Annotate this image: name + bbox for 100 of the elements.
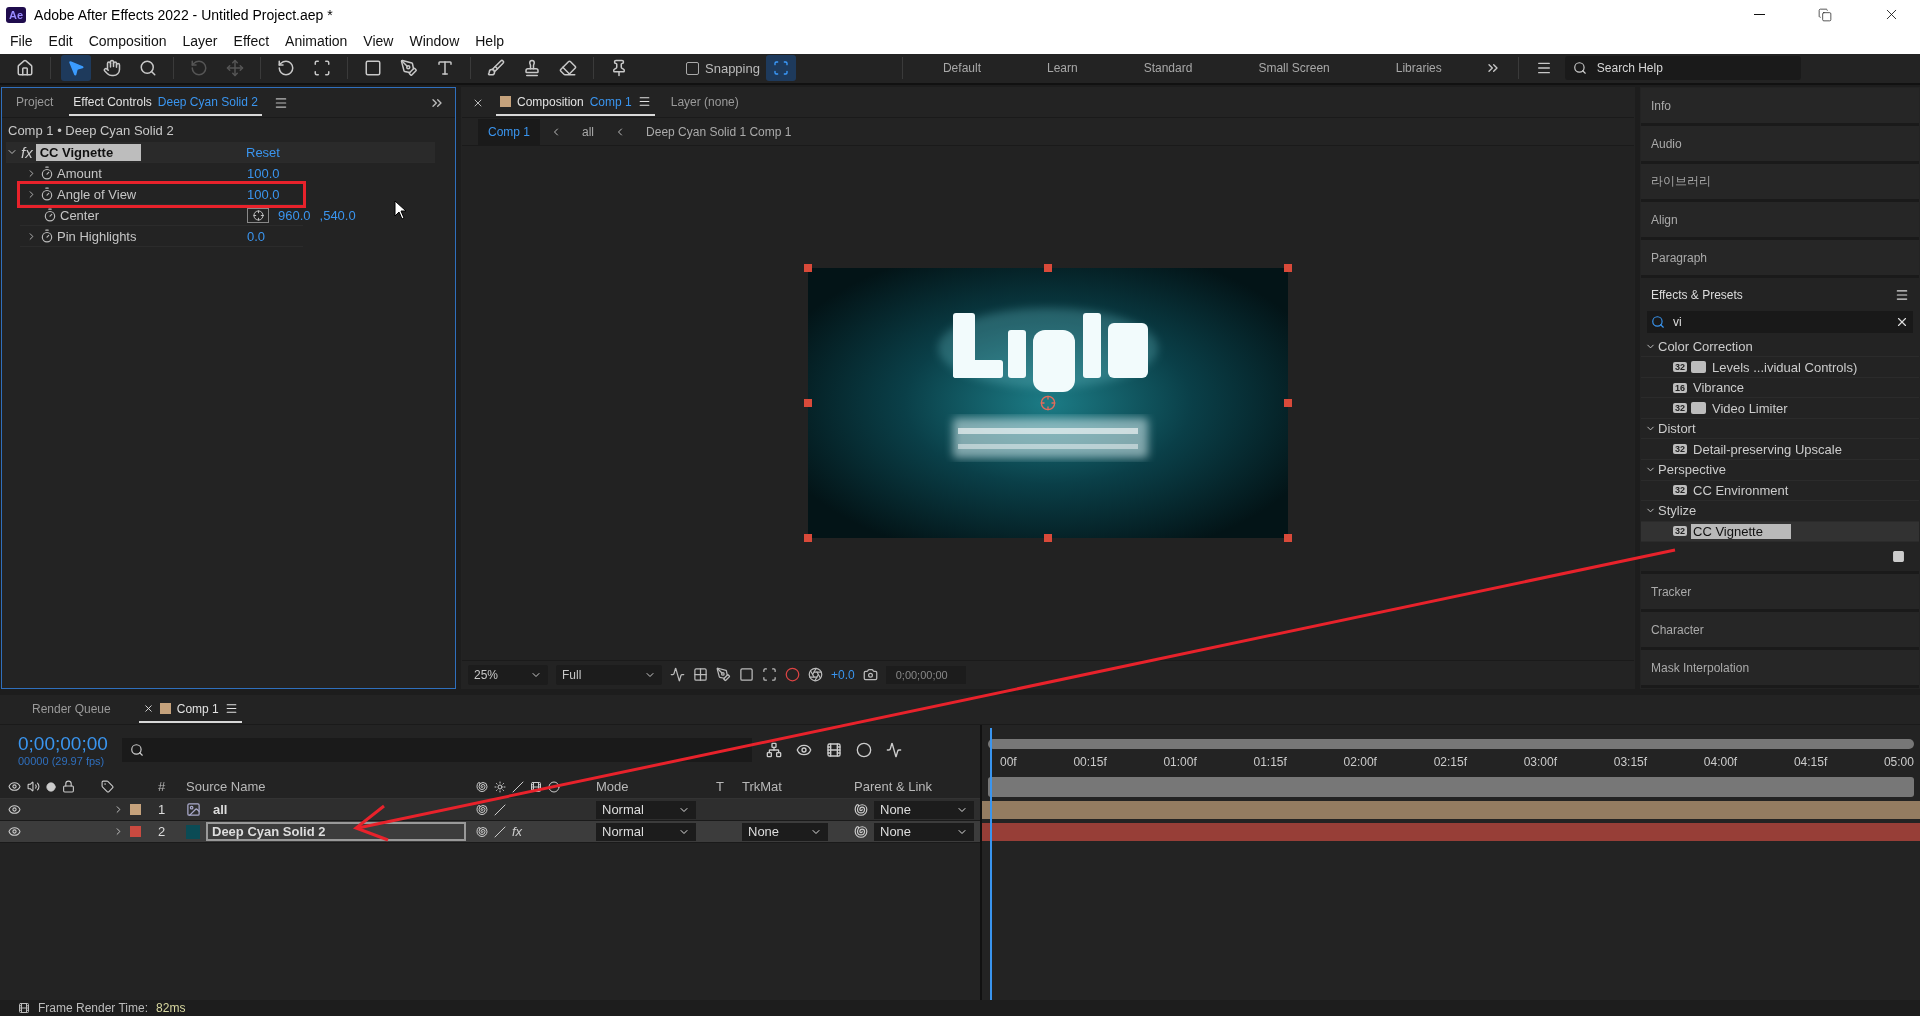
parent-dropdown[interactable]: None [874, 822, 974, 841]
workspace-tab[interactable]: Libraries [1365, 61, 1472, 76]
reset-link[interactable]: Reset [246, 144, 435, 160]
effects-search-field[interactable]: vi [1647, 311, 1913, 333]
effect-category[interactable]: Perspective [1645, 462, 1726, 478]
menu-item[interactable]: Layer [174, 33, 226, 50]
work-area-bar[interactable] [988, 777, 1914, 798]
search-help-input[interactable]: Search Help [1594, 60, 1775, 77]
circle-icon[interactable] [855, 742, 872, 759]
transform-handle[interactable] [1044, 534, 1052, 543]
menu-item[interactable]: Effect [225, 33, 278, 50]
effects-search-input[interactable]: vi [1671, 314, 1889, 331]
preset-list-item[interactable]: Levels ...ividual Controls) [1710, 359, 1858, 375]
new-folder-icon[interactable] [1892, 550, 1905, 564]
mode-dropdown[interactable]: Normal [596, 822, 696, 841]
preset-list-item[interactable]: Detail-preserving Upscale [1691, 441, 1842, 457]
selection-tool[interactable] [61, 55, 91, 82]
property-value[interactable]: 0.0 [247, 228, 303, 244]
menu-icon[interactable] [273, 95, 288, 110]
eye-icon[interactable] [8, 825, 21, 839]
eye-icon[interactable] [8, 803, 21, 817]
transform-handle[interactable] [804, 264, 812, 273]
point-picker-button[interactable] [247, 207, 269, 223]
parent-dropdown[interactable]: None [874, 800, 974, 819]
film-icon[interactable] [825, 742, 842, 759]
menu-item[interactable]: Edit [40, 33, 81, 50]
exposure-value[interactable]: +0.0 [831, 667, 855, 682]
menu-icon[interactable] [1895, 287, 1909, 302]
breadcrumb-tab[interactable]: all [572, 118, 605, 145]
panel-tab[interactable]: Layer (none) [666, 89, 743, 116]
menu-item[interactable]: Window [401, 33, 468, 50]
panel-tab[interactable]: Effect Controls Deep Cyan Solid 2 [69, 89, 262, 116]
stopwatch-icon[interactable] [40, 187, 54, 202]
stopwatch-icon[interactable] [40, 166, 54, 181]
effect-category[interactable]: Color Correction [1645, 339, 1753, 355]
effect-category[interactable]: Stylize [1645, 503, 1697, 519]
transform-handle[interactable] [1284, 264, 1292, 273]
preset-list-item[interactable]: Vibrance [1691, 380, 1745, 396]
type-icon [436, 59, 454, 78]
workspace-tab[interactable]: Small Screen [1228, 61, 1360, 76]
transform-handle[interactable] [804, 534, 812, 543]
stopwatch-icon[interactable] [43, 208, 57, 223]
menu-item[interactable]: Composition [80, 33, 175, 50]
transform-handle[interactable] [1284, 534, 1292, 543]
mode-dropdown[interactable]: Normal [596, 800, 696, 819]
panel-tab[interactable]: Render Queue [28, 696, 115, 723]
camera-icon[interactable] [862, 667, 878, 683]
flowchart-icon[interactable] [765, 742, 782, 759]
resolution-dropdown[interactable]: Full [556, 664, 662, 685]
menu-item[interactable]: View [355, 33, 402, 50]
slash-icon[interactable] [494, 825, 506, 838]
layer-search-field[interactable] [121, 738, 752, 763]
transform-handle[interactable] [1044, 264, 1052, 273]
property-value[interactable]: ,540.0 [319, 207, 356, 223]
preset-list-item[interactable]: CC Vignette [1691, 523, 1791, 539]
fx-switch[interactable]: fx [512, 824, 523, 840]
current-time-display[interactable]: 0;00;00;00 [18, 733, 108, 756]
stopwatch-icon[interactable] [40, 229, 54, 244]
breadcrumb-tab[interactable]: Comp 1 [478, 118, 541, 145]
menu-item[interactable]: File [2, 33, 41, 50]
workspace-tab[interactable]: Default [912, 61, 1011, 76]
layer-row[interactable]: 1 all Normal None [0, 799, 980, 822]
graph-icon[interactable] [885, 742, 902, 759]
label-swatch [159, 703, 171, 715]
panel-tab[interactable]: Composition Comp 1 [496, 89, 655, 116]
transparency-grid-icon[interactable] [693, 667, 708, 683]
menu-item[interactable]: Animation [277, 33, 356, 50]
preset-list-item[interactable]: Video Limiter [1710, 400, 1788, 416]
breadcrumb-tab[interactable]: Deep Cyan Solid 1 Comp 1 [636, 118, 802, 145]
effect-category[interactable]: Distort [1645, 421, 1696, 437]
layer-name[interactable]: all [207, 800, 467, 820]
panel-tab[interactable]: Project [12, 89, 58, 116]
spiral-icon[interactable] [854, 824, 868, 839]
layer-duration-bar[interactable] [982, 801, 1920, 820]
property-value[interactable]: 100.0 [247, 186, 303, 202]
workspace-tab[interactable]: Standard [1113, 61, 1223, 76]
pen-icon [400, 59, 418, 78]
slash-icon[interactable] [494, 803, 506, 816]
search-help-field[interactable]: Search Help [1564, 56, 1801, 81]
snap-target-button[interactable] [765, 55, 796, 82]
workspace-tab[interactable]: Learn [1017, 61, 1108, 76]
spiral-icon[interactable] [854, 802, 868, 817]
label-color-swatch[interactable] [130, 826, 141, 838]
time-navigator[interactable] [988, 739, 1914, 750]
snapping-checkbox[interactable]: Snapping [686, 60, 760, 76]
current-time-field[interactable]: 0;00;00;00 [885, 665, 966, 684]
transform-handle[interactable] [804, 399, 812, 408]
property-name: Angle of View [57, 186, 137, 202]
aperture-icon[interactable] [808, 667, 823, 683]
panel-tab[interactable]: Comp 1 [138, 696, 242, 723]
layer-name[interactable]: Deep Cyan Solid 2 [206, 822, 466, 842]
property-value[interactable]: 960.0 [278, 207, 311, 223]
zoom-dropdown[interactable]: 25% [468, 664, 548, 685]
menu-item[interactable]: Help [467, 33, 513, 50]
track-matte-dropdown[interactable]: None [742, 822, 828, 841]
layer-row[interactable]: 2 Deep Cyan Solid 2 fx Normal None None [0, 821, 980, 844]
label-color-swatch[interactable] [130, 804, 141, 816]
transform-handle[interactable] [1284, 399, 1292, 408]
preset-list-item[interactable]: CC Environment [1691, 482, 1789, 498]
property-value[interactable]: 100.0 [247, 165, 303, 181]
